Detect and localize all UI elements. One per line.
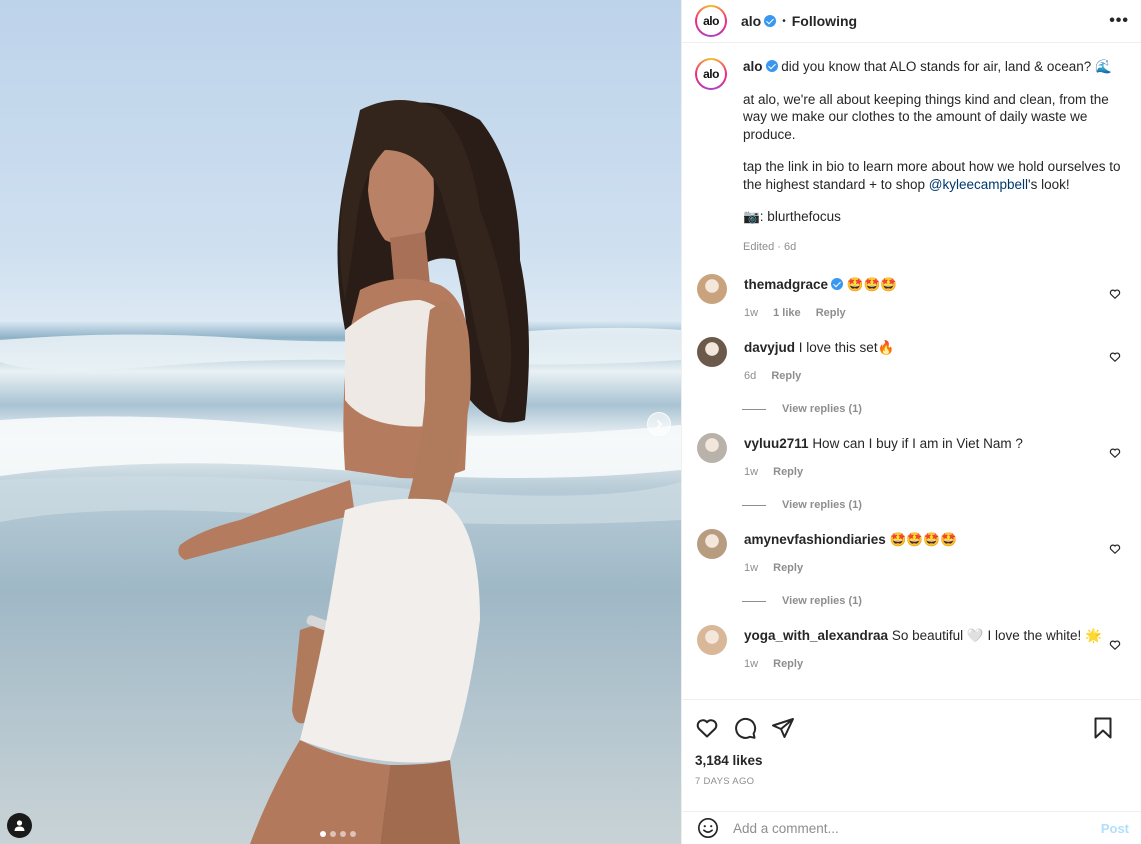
view-replies-label: View replies (1) [782, 403, 862, 415]
reply-button[interactable]: Reply [771, 370, 801, 382]
heart-icon [1109, 640, 1121, 650]
like-button[interactable] [695, 716, 719, 740]
post-details-panel: alo alo • Following ••• alo alo did you … [681, 0, 1141, 844]
beach-photo-illustration [0, 100, 681, 844]
reply-button[interactable]: Reply [816, 307, 846, 319]
caption: alo alo did you know that ALO stands for… [695, 58, 1129, 256]
heart-icon [1109, 289, 1121, 299]
profile-avatar[interactable]: alo [695, 5, 727, 37]
comment-like-button[interactable] [1109, 542, 1121, 558]
caption-paragraph-4: 📷: blurthefocus [743, 209, 841, 224]
caption-paragraph-2: at alo, we're all about keeping things k… [743, 91, 1109, 142]
tagged-users-button[interactable] [7, 813, 32, 838]
view-replies-label: View replies (1) [782, 499, 862, 511]
add-comment-bar: Post [682, 811, 1141, 844]
caption-username[interactable]: alo [743, 59, 763, 74]
carousel-dot [350, 831, 356, 837]
comment-like-button[interactable] [1109, 638, 1121, 654]
carousel-dot [340, 831, 346, 837]
reply-button[interactable]: Reply [773, 562, 803, 574]
emoji-icon[interactable] [697, 817, 719, 839]
comment-input[interactable] [733, 820, 1101, 836]
comment-time: 6d [744, 370, 757, 382]
verified-badge-icon [765, 60, 778, 72]
comment-username[interactable]: themadgrace [744, 277, 828, 292]
mention-link[interactable]: @kyleecampbell [929, 177, 1028, 192]
comment-time: 1w [744, 466, 759, 478]
caption-avatar[interactable]: alo [695, 58, 727, 90]
likes-count[interactable]: 3,184 likes [695, 753, 1129, 768]
comment-like-button[interactable] [1109, 446, 1121, 462]
comments-list: themadgrace 🤩🤩🤩 1w 1 like Reply davyjud … [695, 274, 1129, 670]
caption-meta: Edited · 6d [743, 240, 797, 253]
comment-item: vyluu2711 How can I buy if I am in Viet … [695, 433, 1129, 478]
comment-text: 🤩🤩🤩🤩 [889, 532, 957, 547]
commenter-avatar[interactable] [697, 625, 727, 655]
more-options-icon[interactable]: ••• [1109, 12, 1129, 30]
replies-line-divider [742, 504, 766, 506]
post-timestamp: 7 DAYS AGO [695, 776, 755, 787]
reply-button[interactable]: Reply [773, 466, 803, 478]
commenter-avatar[interactable] [697, 433, 727, 463]
post-header: alo alo • Following ••• [682, 0, 1141, 43]
commenter-avatar[interactable] [697, 274, 727, 304]
comment-time: 1w [744, 658, 759, 670]
save-button[interactable] [1091, 716, 1115, 740]
caption-line-1: did you know that ALO stands for air, la… [781, 59, 1112, 74]
verified-badge-icon [831, 278, 844, 290]
bookmark-icon [1094, 717, 1112, 739]
comment-bubble-icon [735, 717, 757, 739]
carousel-dot-active [320, 831, 326, 837]
header-username[interactable]: alo [741, 13, 761, 29]
commenter-avatar[interactable] [697, 529, 727, 559]
caption-text: 's look! [1028, 176, 1070, 192]
comment-username[interactable]: vyluu2711 [744, 436, 809, 451]
post-comment-button[interactable]: Post [1101, 821, 1129, 836]
brand-logo: alo [703, 67, 719, 81]
comment-text: So beautiful 🤍 I love the white! 🌟 [891, 628, 1102, 643]
post-actions: 3,184 likes 7 DAYS AGO [682, 699, 1141, 814]
chevron-right-icon [656, 419, 663, 429]
comment-text: How can I buy if I am in Viet Nam ? [812, 436, 1023, 451]
comment-like-button[interactable] [1109, 350, 1121, 366]
comment-username[interactable]: yoga_with_alexandraa [744, 628, 888, 643]
comment-like-button[interactable] [1109, 287, 1121, 303]
replies-line-divider [742, 600, 766, 602]
comment-likes[interactable]: 1 like [773, 307, 801, 319]
paper-plane-icon [772, 718, 794, 738]
comment-button[interactable] [733, 716, 757, 740]
commenter-avatar[interactable] [697, 337, 727, 367]
comment-item: amynevfashiondiaries 🤩🤩🤩🤩 1w Reply [695, 529, 1129, 574]
comment-time: 1w [744, 562, 759, 574]
carousel-dot [330, 831, 336, 837]
share-button[interactable] [771, 716, 795, 740]
reply-button[interactable]: Reply [773, 658, 803, 670]
heart-icon [1109, 544, 1121, 554]
view-replies-label: View replies (1) [782, 595, 862, 607]
heart-icon [1109, 448, 1121, 458]
verified-badge-icon [764, 15, 777, 27]
comment-item: themadgrace 🤩🤩🤩 1w 1 like Reply [695, 274, 1129, 319]
brand-logo: alo [703, 14, 719, 28]
comment-item: yoga_with_alexandraa So beautiful 🤍 I lo… [695, 625, 1129, 670]
heart-icon [696, 719, 718, 738]
comment-username[interactable]: davyjud [744, 340, 795, 355]
comment-text: 🤩🤩🤩 [846, 277, 898, 292]
post-photo[interactable] [0, 0, 681, 844]
view-replies-button[interactable]: View replies (1) [742, 595, 1129, 607]
comment-username[interactable]: amynevfashiondiaries [744, 532, 886, 547]
person-icon [14, 820, 25, 831]
separator-dot: • [782, 15, 786, 27]
view-replies-button[interactable]: View replies (1) [742, 403, 1129, 415]
view-replies-button[interactable]: View replies (1) [742, 499, 1129, 511]
comment-text: I love this set🔥 [798, 340, 895, 355]
comment-time: 1w [744, 307, 759, 319]
caption-paragraph-3: tap the link in bio to learn more about … [743, 158, 1123, 193]
heart-icon [1109, 352, 1121, 362]
following-button[interactable]: Following [792, 13, 857, 29]
next-photo-button[interactable] [647, 412, 671, 436]
comment-item: davyjud I love this set🔥 6d Reply [695, 337, 1129, 382]
carousel-indicator [320, 831, 356, 837]
replies-line-divider [742, 408, 766, 410]
